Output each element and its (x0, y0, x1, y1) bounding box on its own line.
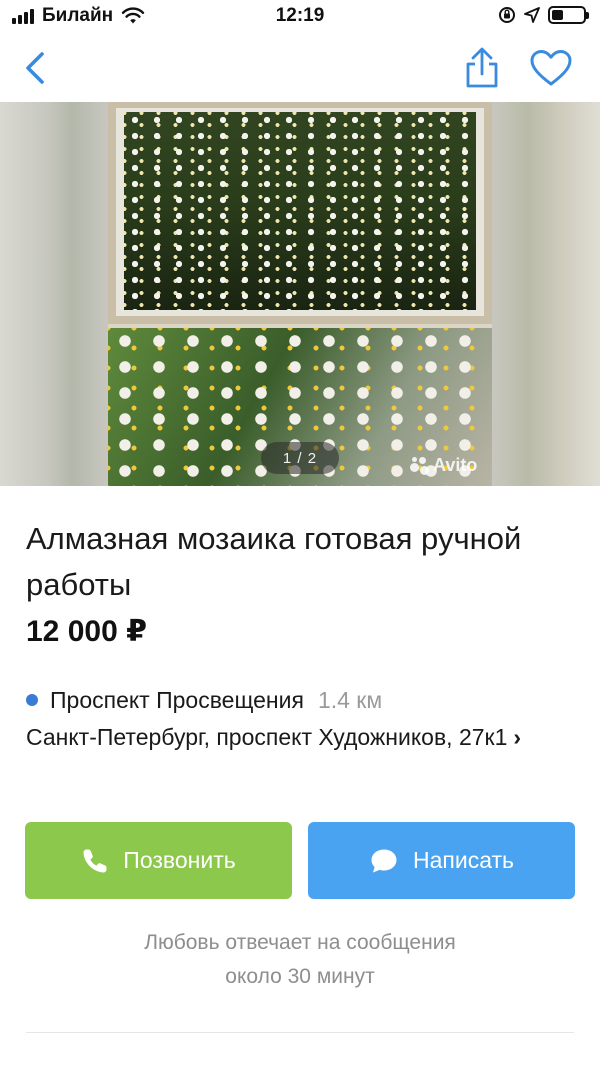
divider (26, 1032, 574, 1033)
reply-note-line2: около 30 минут (225, 965, 375, 988)
listing-title: Алмазная мозаика готовая ручной работы (26, 521, 522, 602)
seller-reply-note: Любовь отвечает на сообщения около 30 ми… (0, 926, 600, 994)
reply-note-line1: Любовь отвечает на сообщения (144, 931, 456, 954)
metro-line-icon (26, 694, 38, 706)
metro-distance: 1.4 км (317, 686, 383, 713)
back-button[interactable] (12, 44, 60, 92)
metro-station: Проспект Просвещения (50, 686, 304, 713)
location-arrow-icon (524, 7, 540, 23)
share-button[interactable] (458, 44, 506, 92)
daisy-mosaic-picture (124, 112, 476, 310)
phone-icon (83, 849, 107, 873)
chevron-right-icon: › (513, 724, 522, 750)
photo-counter: 1 / 2 (261, 442, 339, 474)
listing-photo[interactable] (108, 102, 492, 486)
location-block: Проспект Просвещения 1.4 км Санкт-Петерб… (26, 684, 586, 754)
orientation-lock-icon (499, 7, 515, 23)
avito-watermark: Avito (408, 454, 477, 476)
message-button-label: Написать (412, 847, 514, 873)
share-icon (466, 47, 498, 88)
chat-bubble-icon (371, 849, 397, 872)
status-bar: Билайн 12:19 (0, 0, 600, 34)
message-button[interactable]: Написать (308, 822, 575, 899)
address-link[interactable]: Санкт-Петербург, проспект Художников, 27… (26, 720, 546, 754)
chevron-left-icon (26, 52, 44, 84)
call-button-label: Позвонить (123, 847, 236, 873)
metro-row: Проспект Просвещения 1.4 км (26, 684, 586, 716)
heart-icon (530, 50, 572, 86)
address-text: Санкт-Петербург, проспект Художников, 27… (26, 724, 508, 750)
battery-icon (548, 6, 589, 24)
listing-price: 12 000 ₽ (26, 615, 147, 648)
favorite-button[interactable] (527, 44, 575, 92)
battery-level (552, 10, 563, 20)
status-right (498, 6, 589, 24)
avito-logo-icon (408, 454, 430, 476)
framed-mosaic (108, 102, 492, 324)
watermark-text: Avito (433, 454, 478, 475)
photo-gallery[interactable]: 1 / 2 Avito (0, 102, 600, 486)
call-button[interactable]: Позвонить (25, 822, 292, 899)
top-nav (0, 34, 600, 102)
